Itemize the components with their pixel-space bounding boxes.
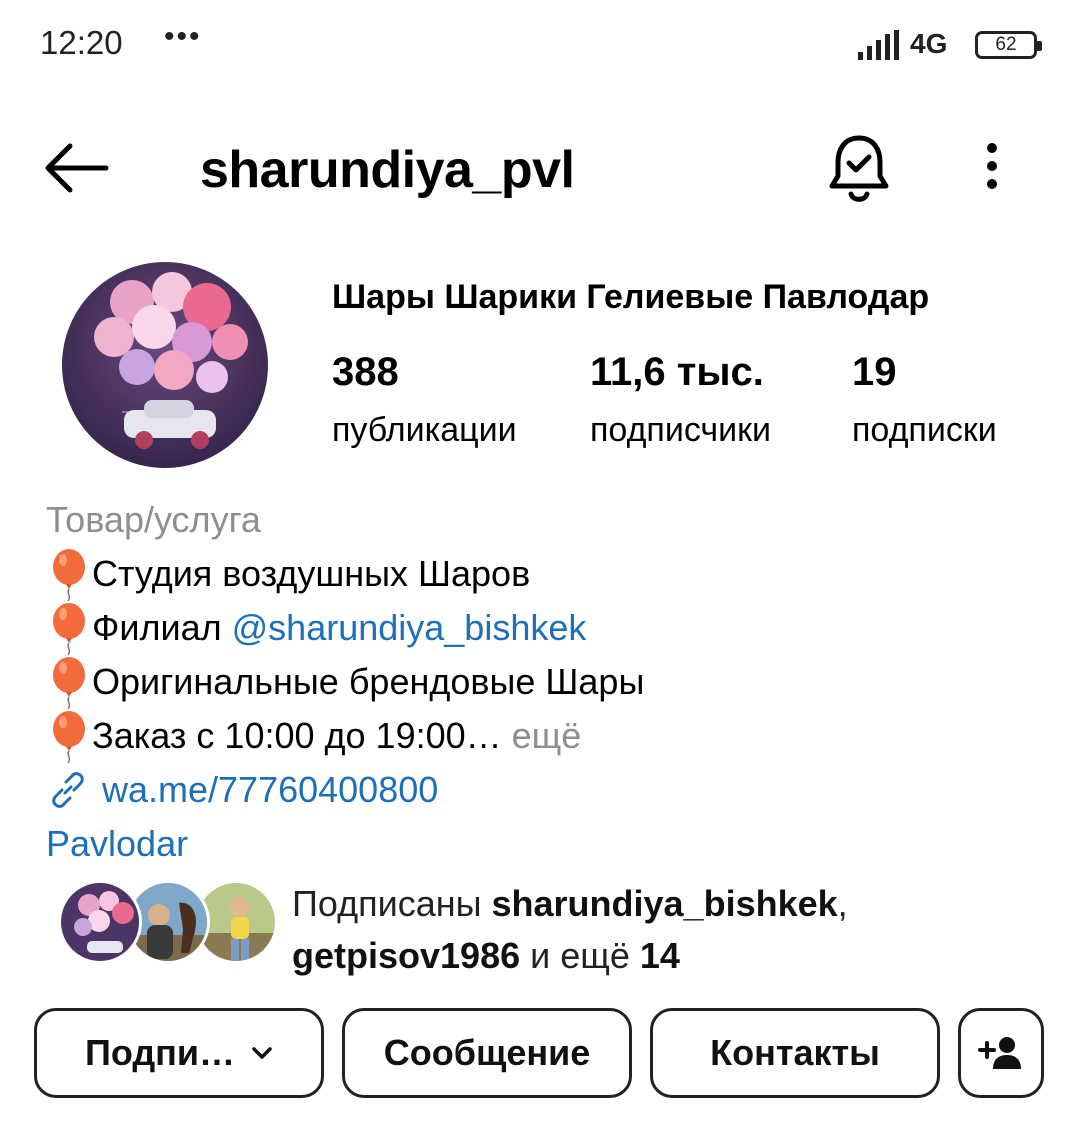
notification-dots-icon: ••• [164, 20, 202, 53]
bio-line-studio: Студия воздушных Шаров [92, 553, 531, 594]
message-button[interactable]: Сообщение [342, 1008, 632, 1098]
contacts-button[interactable]: Контакты [650, 1008, 940, 1098]
following-label: подписки [852, 411, 997, 449]
following-button-label: Подпи… [84, 1032, 236, 1073]
posts-count: 388 [332, 350, 399, 394]
status-bar: 12:20 ••• 4G 62 [0, 0, 1080, 90]
stat-posts[interactable]: 388 публикации [332, 350, 517, 450]
posts-label: публикации [332, 411, 517, 449]
following-count: 19 [852, 350, 897, 394]
link-icon [52, 772, 84, 808]
signal-icon [858, 30, 899, 60]
bio-line-hours: Заказ с 10:00 до 19:00 [92, 715, 466, 756]
back-arrow-icon[interactable] [40, 140, 112, 196]
balloon-icon [53, 711, 85, 763]
bell-notification-icon[interactable] [826, 130, 892, 206]
balloons-car-picture [62, 262, 268, 468]
status-time: 12:20 [40, 24, 123, 61]
chevron-down-icon [252, 1047, 272, 1059]
bio-category: Товар/услуга [46, 499, 261, 540]
bio-line: Оригинальные брендовые Шары [46, 655, 1046, 709]
follower-avatar [58, 880, 142, 964]
bio-line: Студия воздушных Шаров [46, 547, 1046, 601]
bio-link-text: wa.me/77760400800 [102, 769, 439, 810]
followed-by-row[interactable]: Подписаны sharundiya_bishkek, getpisov19… [58, 878, 1058, 976]
location-link[interactable]: Pavlodar [46, 817, 1046, 871]
followed-comma: , [837, 883, 848, 924]
balloon-icon [53, 657, 85, 709]
followed-user-1: sharundiya_bishkek [491, 883, 838, 924]
stat-followers[interactable]: 11,6 тыс. подписчики [590, 350, 771, 450]
stat-following[interactable]: 19 подписки [852, 350, 997, 450]
battery-icon: 62 [975, 31, 1042, 59]
suggest-people-button[interactable] [958, 1008, 1044, 1098]
bio-line: Филиал @sharundiya_bishkek [46, 601, 1046, 655]
followers-label: подписчики [590, 411, 772, 449]
bio-mention-link[interactable]: @sharundiya_bishkek [232, 601, 587, 655]
bio-line-branch: Филиал [92, 607, 232, 648]
following-dropdown-button[interactable]: Подпи… [34, 1008, 324, 1098]
bio-website-link[interactable]: wa.me/77760400800 [46, 763, 1046, 817]
bio-more-button[interactable]: ещё [502, 709, 582, 763]
followed-by-text: Подписаны sharundiya_bishkek, getpisov19… [292, 878, 848, 982]
bio-ellipsis: … [465, 715, 502, 756]
profile-bio: Товар/услуга Студия воздушных Шаров Фили… [46, 493, 1046, 871]
more-options-icon[interactable] [972, 138, 1012, 198]
network-type: 4G [910, 28, 948, 59]
followers-count: 11,6 тыс. [590, 350, 764, 394]
bio-line: Заказ с 10:00 до 19:00 … ещё [46, 709, 1046, 763]
bio-line-brand: Оригинальные брендовые Шары [92, 661, 645, 702]
profile-avatar[interactable] [62, 262, 268, 468]
profile-display-name: Шары Шарики Гелиевые Павлодар [332, 278, 930, 316]
balloon-icon [53, 603, 85, 655]
followed-middle: и ещё [520, 935, 640, 976]
followed-user-2: getpisov1986 [292, 935, 521, 976]
followed-count: 14 [639, 935, 680, 976]
balloon-icon [53, 549, 85, 601]
battery-level: 62 [995, 34, 1017, 55]
add-person-icon [978, 1037, 1021, 1069]
followed-prefix: Подписаны [292, 883, 492, 924]
profile-username: sharundiya_pvl [200, 141, 575, 199]
